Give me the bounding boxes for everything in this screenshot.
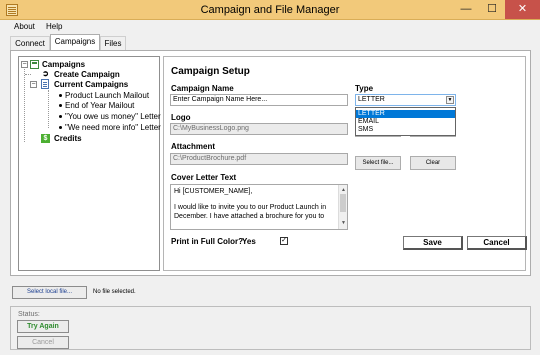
scroll-down-icon[interactable]: ▼ bbox=[341, 219, 346, 228]
cover-letter-label: Cover Letter Text bbox=[171, 173, 237, 182]
menu-about[interactable]: About bbox=[14, 22, 35, 31]
tab-campaigns[interactable]: Campaigns bbox=[50, 34, 100, 50]
tab-files[interactable]: Files bbox=[100, 36, 126, 50]
type-select[interactable]: LETTER ▼ bbox=[355, 94, 456, 106]
bullet-icon bbox=[59, 115, 62, 118]
tree-campaign-item[interactable]: Product Launch Mailout bbox=[65, 91, 149, 100]
tab-connect[interactable]: Connect bbox=[10, 36, 50, 50]
save-button[interactable]: Save bbox=[403, 236, 463, 250]
tree-current-campaigns[interactable]: Current Campaigns bbox=[54, 80, 128, 89]
type-dropdown-list: LETTER EMAIL SMS bbox=[355, 107, 456, 136]
cover-letter-line: Hi [CUSTOMER_NAME], bbox=[174, 188, 253, 195]
collapse-current-icon[interactable]: − bbox=[30, 81, 37, 88]
chevron-down-icon[interactable]: ▼ bbox=[446, 96, 454, 104]
title-bar: Campaign and File Manager — ☐ ✕ bbox=[0, 0, 540, 20]
status-cancel-button[interactable]: Cancel bbox=[17, 336, 69, 349]
tree-root-campaigns[interactable]: Campaigns bbox=[42, 60, 85, 69]
menu-bar: About Help bbox=[0, 20, 540, 34]
print-full-color-value: Yes bbox=[242, 237, 256, 246]
collapse-icon[interactable]: − bbox=[21, 61, 28, 68]
maximize-button[interactable]: ☐ bbox=[479, 0, 505, 19]
type-select-value: LETTER bbox=[358, 96, 385, 103]
campaigns-folder-icon bbox=[30, 60, 39, 69]
menu-help[interactable]: Help bbox=[46, 22, 62, 31]
attachment-label: Attachment bbox=[171, 142, 216, 151]
campaign-tree: − Campaigns ➲ Create Campaign − Current … bbox=[18, 56, 161, 271]
document-icon bbox=[41, 79, 49, 89]
local-file-bar: Select local file... No file selected. bbox=[0, 284, 540, 304]
type-option-letter[interactable]: LETTER bbox=[356, 110, 455, 118]
type-option-email[interactable]: EMAIL bbox=[356, 118, 455, 126]
close-button[interactable]: ✕ bbox=[505, 0, 540, 19]
tree-campaign-item[interactable]: End of Year Mailout bbox=[65, 101, 134, 110]
cover-letter-line: I would like to invite you to our Produc… bbox=[174, 204, 327, 220]
status-panel bbox=[10, 306, 531, 350]
try-again-button[interactable]: Try Again bbox=[17, 320, 69, 333]
tree-campaign-item[interactable]: "You owe us money" Letter bbox=[65, 112, 161, 121]
bullet-icon bbox=[59, 94, 62, 97]
select-file-button[interactable]: Select file... bbox=[355, 156, 401, 170]
cancel-button[interactable]: Cancel bbox=[467, 236, 527, 250]
type-option-sms[interactable]: SMS bbox=[356, 126, 455, 134]
bullet-icon bbox=[59, 104, 62, 107]
print-full-color-label: Print in Full Color? bbox=[171, 237, 243, 246]
type-label: Type bbox=[355, 84, 374, 93]
tree-credits[interactable]: Credits bbox=[54, 134, 82, 143]
create-arrow-icon: ➲ bbox=[42, 69, 49, 78]
tree-campaign-item[interactable]: "We need more info" Letter bbox=[65, 123, 161, 132]
campaign-name-label: Campaign Name bbox=[171, 84, 234, 93]
vertical-scrollbar[interactable]: ▲ ▼ bbox=[338, 185, 347, 229]
scroll-thumb[interactable] bbox=[340, 194, 346, 212]
selected-file-text: No file selected. bbox=[93, 289, 136, 295]
attachment-field: C:\ProductBrochure.pdf bbox=[170, 153, 348, 165]
logo-field: C:\MyBusinessLogo.png bbox=[170, 123, 348, 135]
bullet-icon bbox=[59, 126, 62, 129]
cover-letter-textarea[interactable]: Hi [CUSTOMER_NAME], I would like to invi… bbox=[170, 184, 348, 230]
campaign-setup-panel: Campaign Setup Campaign Name Enter Campa… bbox=[163, 56, 527, 271]
status-label: Status: bbox=[18, 311, 40, 318]
clear-button[interactable]: Clear bbox=[410, 156, 456, 170]
print-full-color-checkbox[interactable]: ✓ bbox=[280, 237, 288, 245]
credits-icon: $ bbox=[41, 134, 50, 143]
campaign-name-input[interactable]: Enter Campaign Name Here... bbox=[170, 94, 348, 106]
minimize-button[interactable]: — bbox=[453, 0, 479, 19]
setup-heading: Campaign Setup bbox=[171, 66, 250, 77]
tree-create-campaign[interactable]: Create Campaign bbox=[54, 70, 120, 79]
logo-label: Logo bbox=[171, 113, 191, 122]
select-local-file-button[interactable]: Select local file... bbox=[12, 286, 87, 299]
